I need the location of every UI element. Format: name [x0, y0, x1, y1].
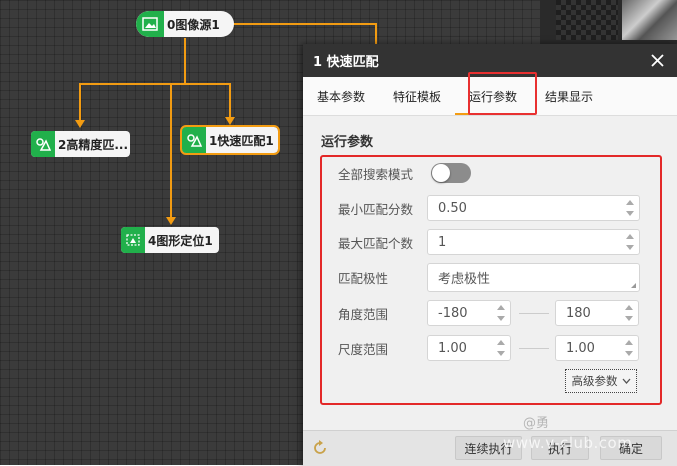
param-label: 最小匹配分数: [338, 201, 414, 217]
match-icon: [31, 131, 55, 157]
spin-arrows[interactable]: [626, 200, 634, 216]
input-value: 180: [566, 305, 591, 321]
wire-arrow: [75, 120, 85, 128]
search-mode-toggle[interactable]: [431, 163, 471, 183]
param-label: 尺度范围: [338, 341, 389, 357]
angle-max-input[interactable]: 180: [555, 300, 639, 326]
scale-max-input[interactable]: 1.00: [555, 335, 639, 361]
panel-footer: 连续执行 执行 确定: [303, 430, 677, 466]
param-row-search-mode: 全部搜索模式: [320, 160, 660, 186]
input-value: 1.00: [438, 340, 467, 356]
spin-arrows[interactable]: [626, 234, 634, 250]
watermark-text: @勇: [523, 416, 550, 431]
node-label: 0图像源1: [167, 17, 220, 32]
refresh-icon[interactable]: [311, 439, 329, 457]
spin-arrows[interactable]: [497, 305, 505, 321]
input-value: -180: [438, 305, 468, 321]
param-row-max-count: 最大匹配个数 1: [320, 229, 660, 255]
tab-run-params[interactable]: 运行参数: [455, 88, 532, 115]
tab-result-display[interactable]: 结果显示: [531, 88, 607, 115]
confirm-button[interactable]: 确定: [600, 436, 662, 460]
range-separator: [519, 313, 549, 314]
input-value: 考虑极性: [438, 271, 491, 287]
node-label: 1快速匹配1: [209, 133, 274, 148]
wire-arrow: [225, 117, 235, 125]
max-count-input[interactable]: 1: [427, 229, 640, 255]
section-title: 运行参数: [321, 135, 374, 150]
continuous-run-button[interactable]: 连续执行: [455, 436, 522, 460]
tab-feature-template[interactable]: 特征模板: [379, 88, 455, 115]
wire-arrow: [166, 217, 176, 225]
fast-match-panel: 1 快速匹配 基本参数 特征模板 运行参数 结果显示 运行参数 全部搜索模式 最…: [303, 44, 677, 466]
locate-icon: [121, 227, 145, 253]
node-shape-locate[interactable]: 4图形定位1: [121, 227, 219, 253]
wire: [233, 23, 377, 44]
image-source-icon: [136, 11, 164, 37]
advanced-params-label: 高级参数: [571, 374, 618, 388]
panel-header: 1 快速匹配: [303, 44, 677, 77]
param-row-scale-range: 尺度范围 1.00 1.00: [320, 335, 660, 361]
param-label: 匹配极性: [338, 270, 389, 286]
scale-min-input[interactable]: 1.00: [427, 335, 511, 361]
param-row-polarity: 匹配极性 考虑极性: [320, 262, 660, 292]
param-row-angle-range: 角度范围 -180 180: [320, 300, 660, 326]
run-button[interactable]: 执行: [531, 436, 589, 460]
input-value: 1: [438, 234, 447, 250]
param-label: 角度范围: [338, 306, 389, 322]
node-high-precision-match[interactable]: 2高精度匹...: [31, 131, 130, 157]
input-value: 0.50: [438, 200, 467, 216]
match-icon: [182, 127, 206, 153]
polarity-field[interactable]: 考虑极性: [427, 262, 640, 292]
advanced-params-button[interactable]: 高级参数: [565, 369, 637, 393]
close-button[interactable]: [649, 53, 665, 69]
node-label: 2高精度匹...: [58, 137, 129, 152]
close-icon: [650, 54, 664, 67]
angle-min-input[interactable]: -180: [427, 300, 511, 326]
panel-tabs: 基本参数 特征模板 运行参数 结果显示: [303, 77, 677, 116]
resize-grip-icon: [631, 282, 636, 288]
range-separator: [519, 348, 549, 349]
wire: [185, 83, 231, 122]
node-fast-match[interactable]: 1快速匹配1: [180, 125, 280, 155]
chevron-down-icon: [622, 378, 630, 384]
param-row-min-score: 最小匹配分数 0.50: [320, 195, 660, 221]
spin-arrows[interactable]: [497, 340, 505, 356]
param-label: 全部搜索模式: [338, 166, 414, 182]
node-label: 4图形定位1: [148, 233, 213, 248]
panel-title: 1 快速匹配: [313, 55, 379, 70]
param-label: 最大匹配个数: [338, 235, 414, 251]
min-score-input[interactable]: 0.50: [427, 195, 640, 221]
node-image-source[interactable]: 0图像源1: [136, 11, 234, 37]
spin-arrows[interactable]: [625, 340, 633, 356]
toggle-knob: [432, 164, 450, 182]
spin-arrows[interactable]: [625, 305, 633, 321]
wire: [79, 38, 186, 126]
tab-basic-params[interactable]: 基本参数: [303, 88, 379, 115]
input-value: 1.00: [566, 340, 595, 356]
